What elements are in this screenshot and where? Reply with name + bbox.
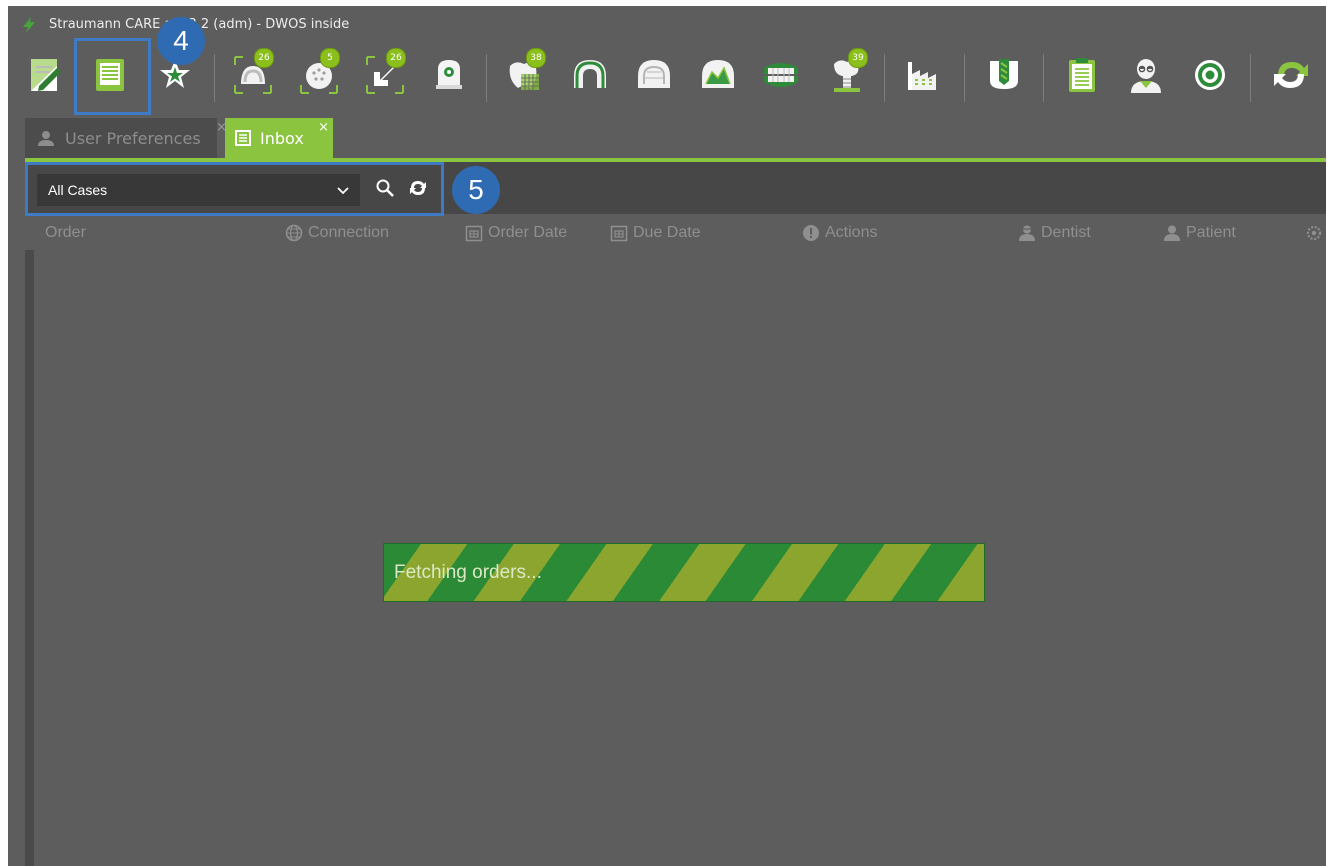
alert-circle-icon bbox=[803, 225, 819, 241]
column-dentist[interactable]: Dentist bbox=[1018, 224, 1091, 242]
arch-design-button[interactable] bbox=[569, 54, 611, 96]
milling-block-icon bbox=[990, 59, 1018, 89]
callout-highlight-filter bbox=[25, 162, 444, 216]
scan-impression-button[interactable]: 5 bbox=[298, 48, 340, 96]
toolbar-separator bbox=[214, 54, 215, 102]
inbox-tab-icon bbox=[235, 130, 251, 146]
globe-icon bbox=[285, 224, 303, 242]
denture-icon bbox=[764, 63, 798, 87]
import-scan-button[interactable]: 26 bbox=[364, 48, 406, 96]
callout-number: 5 bbox=[452, 166, 500, 214]
tab-label: User Preferences bbox=[65, 128, 201, 148]
scan-model-button[interactable]: 26 bbox=[232, 48, 274, 96]
full-arch-icon bbox=[638, 60, 670, 88]
user-icon bbox=[38, 131, 54, 146]
arch-design-icon bbox=[574, 60, 606, 88]
implant-button[interactable]: 39 bbox=[826, 48, 868, 96]
callout-highlight-inbox bbox=[74, 38, 151, 115]
column-label: Actions bbox=[825, 224, 878, 241]
milling-facility-button[interactable] bbox=[904, 54, 946, 96]
toolbar-separator bbox=[486, 54, 487, 102]
progress-text: Fetching orders... bbox=[394, 562, 542, 583]
column-connection[interactable]: Connection bbox=[285, 224, 389, 242]
implant-badge: 39 bbox=[848, 48, 868, 68]
user-profile-icon bbox=[1131, 59, 1161, 93]
dentist-icon bbox=[1019, 225, 1035, 241]
tab-inbox[interactable]: Inbox × bbox=[225, 118, 333, 158]
partial-framework-icon bbox=[702, 60, 734, 88]
column-label: Dentist bbox=[1041, 224, 1091, 241]
calendar-icon bbox=[610, 225, 628, 242]
grid-column-header: Order Connection Order Date Due Date Act… bbox=[25, 216, 1326, 250]
import-scan-badge: 26 bbox=[386, 48, 406, 68]
app-window: Straumann CARE al 13.2 (adm) - DWOS insi… bbox=[8, 6, 1326, 866]
settings-gear-icon bbox=[1195, 60, 1225, 90]
app-logo-icon bbox=[23, 17, 35, 33]
milling-block-button[interactable] bbox=[983, 54, 1025, 96]
settings-column-icon bbox=[1306, 225, 1322, 241]
column-actions[interactable]: Actions bbox=[802, 224, 877, 242]
column-label: Order Date bbox=[488, 224, 568, 241]
sync-button[interactable] bbox=[1270, 54, 1312, 96]
calendar-icon bbox=[465, 225, 483, 242]
loading-progress-bar: Fetching orders... bbox=[383, 543, 985, 602]
tab-label: Inbox bbox=[260, 128, 304, 148]
column-settings[interactable] bbox=[1305, 224, 1326, 242]
column-label: Patient bbox=[1186, 224, 1236, 241]
tab-strip: User Preferences × Inbox × bbox=[8, 118, 1326, 160]
patient-icon bbox=[1164, 225, 1180, 241]
column-order-date[interactable]: Order Date bbox=[465, 224, 567, 242]
toolbar-separator bbox=[964, 54, 965, 102]
tab-close-button[interactable]: × bbox=[318, 120, 329, 135]
user-profile-button[interactable] bbox=[1125, 54, 1167, 96]
crown-design-button[interactable]: 38 bbox=[504, 48, 546, 96]
scanner-device-icon bbox=[436, 60, 462, 89]
new-order-button[interactable] bbox=[25, 54, 67, 96]
column-label: Order bbox=[45, 224, 86, 241]
partial-framework-button[interactable] bbox=[697, 54, 739, 96]
full-arch-button[interactable] bbox=[633, 54, 675, 96]
edit-order-icon bbox=[31, 59, 61, 91]
column-patient[interactable]: Patient bbox=[1163, 224, 1236, 242]
tab-user-preferences[interactable]: User Preferences × bbox=[25, 118, 227, 158]
scanner-button[interactable] bbox=[428, 54, 470, 96]
crown-design-badge: 38 bbox=[526, 48, 546, 68]
denture-button[interactable] bbox=[760, 54, 802, 96]
column-label: Connection bbox=[308, 224, 389, 241]
sync-refresh-icon bbox=[1274, 62, 1308, 88]
grid-left-rail bbox=[25, 250, 34, 866]
toolbar-separator bbox=[1250, 54, 1251, 102]
reports-button[interactable] bbox=[1061, 54, 1103, 96]
column-due-date[interactable]: Due Date bbox=[610, 224, 701, 242]
settings-button[interactable] bbox=[1189, 54, 1231, 96]
main-toolbar: 26 5 26 38 39 bbox=[8, 42, 1326, 112]
column-label: Due Date bbox=[633, 224, 701, 241]
milling-facility-icon bbox=[908, 62, 936, 90]
toolbar-separator bbox=[884, 54, 885, 102]
callout-number: 4 bbox=[157, 17, 205, 65]
report-clipboard-icon bbox=[1069, 58, 1095, 92]
column-order[interactable]: Order bbox=[45, 224, 86, 242]
toolbar-separator bbox=[1043, 54, 1044, 102]
scan-model-badge: 26 bbox=[254, 48, 274, 68]
title-bar: Straumann CARE al 13.2 (adm) - DWOS insi… bbox=[8, 6, 1326, 42]
scan-impression-badge: 5 bbox=[320, 48, 340, 68]
